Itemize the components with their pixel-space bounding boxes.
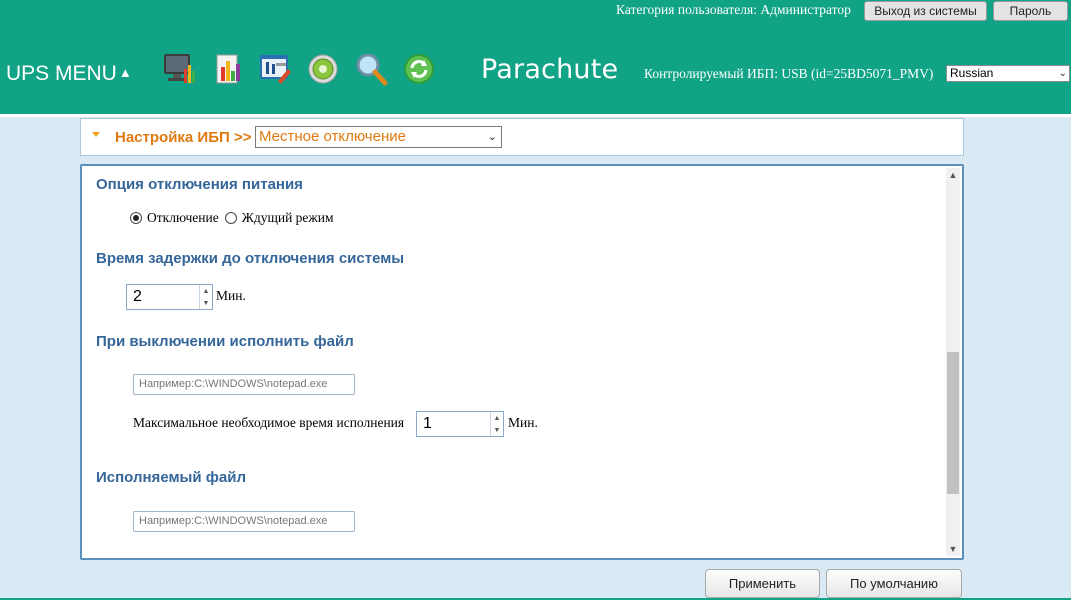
chevron-down-icon: ⌄ <box>487 131 497 143</box>
delay-stepper[interactable]: 2 ▲ ▼ <box>126 284 213 310</box>
max-exec-time-unit: Мин. <box>508 415 538 430</box>
language-select[interactable]: Russian ⌄ <box>946 65 1070 82</box>
ups-menu-label: UPS MENU <box>6 62 117 85</box>
settings-page-value: Местное отключение <box>259 128 406 145</box>
apply-button[interactable]: Применить <box>705 569 820 598</box>
ups-menu-toggle[interactable]: UPS MENU ▲ <box>6 62 132 86</box>
on-shutdown-file-input[interactable]: Например:C:\WINDOWS\notepad.exe <box>133 374 355 395</box>
executable-file-input[interactable]: Например:C:\WINDOWS\notepad.exe <box>133 511 355 532</box>
stepper-up-icon[interactable]: ▲ <box>491 412 503 424</box>
triangle-up-icon: ▲ <box>118 65 132 80</box>
scroll-up-icon[interactable]: ▲ <box>946 168 960 182</box>
shutdown-settings-panel: Опция отключения питания Отключение Ждущ… <box>80 164 964 560</box>
max-exec-time-label: Максимальное необходимое время исполнени… <box>133 415 405 430</box>
gear-icon[interactable] <box>306 51 340 87</box>
top-header: Категория пользователя: Администратор Вы… <box>0 0 1071 114</box>
chevron-down-icon: ⌄ <box>1058 68 1067 79</box>
brand-logo: Parachute <box>481 54 619 85</box>
shutdown-option-group: Отключение Ждущий режим <box>130 210 340 226</box>
on-shutdown-file-title: При выключении исполнить файл <box>96 333 354 350</box>
stepper-up-icon[interactable]: ▲ <box>200 285 212 297</box>
executable-file-title: Исполняемый файл <box>96 469 246 486</box>
refresh-icon[interactable] <box>402 51 436 87</box>
user-category: Категория пользователя: Администратор <box>616 2 851 17</box>
radio-shutdown-label: Отключение <box>147 210 219 225</box>
delay-unit: Мин. <box>216 288 246 303</box>
max-exec-time-stepper[interactable]: 1 ▲ ▼ <box>416 411 504 437</box>
settings-label: Настройка ИБП >> <box>115 129 252 146</box>
radio-standby-label: Ждущий режим <box>241 210 334 225</box>
settings-page-select[interactable]: Местное отключение ⌄ <box>255 126 502 148</box>
max-exec-time-arrows[interactable]: ▲ ▼ <box>490 412 503 436</box>
monitor-icon[interactable] <box>162 51 196 87</box>
delay-stepper-arrows[interactable]: ▲ ▼ <box>199 285 212 309</box>
default-button[interactable]: По умолчанию <box>826 569 962 598</box>
panel-scrollbar[interactable]: ▲ ▼ <box>946 168 960 556</box>
radio-shutdown[interactable] <box>130 212 142 224</box>
stepper-down-icon[interactable]: ▼ <box>491 424 503 436</box>
logout-button[interactable]: Выход из системы <box>864 1 987 21</box>
password-button[interactable]: Пароль <box>993 1 1068 21</box>
search-icon[interactable] <box>354 51 388 87</box>
header-divider <box>0 114 1071 117</box>
delay-title: Время задержки до отключения системы <box>96 250 405 267</box>
scroll-down-icon[interactable]: ▼ <box>946 542 960 556</box>
triangle-down-icon <box>92 132 100 137</box>
delay-value: 2 <box>133 288 142 305</box>
radio-standby[interactable] <box>224 212 237 224</box>
settings-tools-icon[interactable] <box>258 51 292 87</box>
monitored-ups-label: Контролируемый ИБП: USB (id=25BD5071_PMV… <box>644 66 934 81</box>
settings-breadcrumb-bar: Настройка ИБП >> Местное отключение ⌄ <box>80 118 964 156</box>
shutdown-option-title: Опция отключения питания <box>96 176 303 193</box>
stepper-down-icon[interactable]: ▼ <box>200 297 212 309</box>
language-value: Russian <box>950 66 994 80</box>
scrollbar-thumb[interactable] <box>947 352 959 494</box>
chart-icon[interactable] <box>212 51 246 87</box>
max-exec-time-value: 1 <box>423 415 432 432</box>
